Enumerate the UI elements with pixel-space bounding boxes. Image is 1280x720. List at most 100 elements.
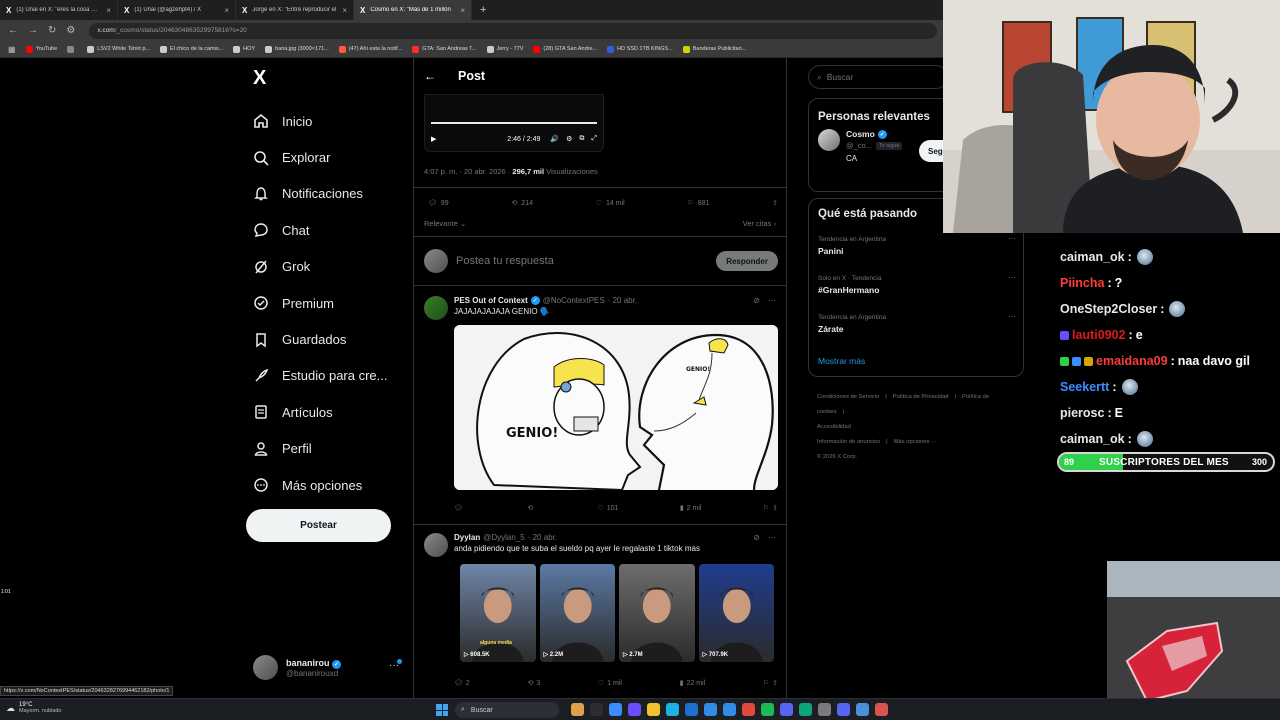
settings-icon[interactable]: ⚙	[566, 135, 572, 143]
nav-item[interactable]: Perfil	[252, 431, 388, 467]
fullscreen-icon[interactable]: ⤢	[591, 135, 597, 143]
bookmark-item[interactable]: El chico de la camis...	[159, 45, 223, 53]
bookmark-item[interactable]	[67, 45, 77, 53]
browser-tab[interactable]: X Cosmo en X: "Más de 1 millón ×	[354, 0, 472, 20]
x-logo[interactable]: X	[253, 67, 266, 90]
like-action[interactable]: ♡ 101	[597, 504, 618, 513]
reload-icon[interactable]: ↻	[48, 25, 56, 36]
search-input[interactable]: ⌕ Buscar	[808, 65, 948, 89]
taskbar-app-icon[interactable]	[875, 703, 888, 716]
taskbar-app-icon[interactable]	[647, 703, 660, 716]
footer-link[interactable]: Política de Privacidad	[893, 394, 949, 400]
weather-widget[interactable]: ☁ 19°C Mayorm. nublado	[6, 702, 62, 714]
site-info-icon[interactable]: ⚙	[66, 25, 75, 36]
bookmark-item[interactable]: YouTube	[25, 45, 57, 53]
account-switcher[interactable]: bananirou ✓ @bananirouxd	[253, 655, 342, 680]
repost-action[interactable]: ⟲ 214	[511, 199, 533, 208]
taskbar-app-icon[interactable]	[837, 703, 850, 716]
taskbar-app-icon[interactable]	[590, 703, 603, 716]
video-progress-bar[interactable]	[431, 122, 597, 124]
taskbar-app-icon[interactable]	[780, 703, 793, 716]
taskbar-app-icon[interactable]	[571, 703, 584, 716]
bookmark-item[interactable]: Banderas Publicitari...	[682, 45, 746, 53]
more-dots-icon[interactable]: ···	[768, 296, 776, 305]
repost-action[interactable]: ⟲ 3	[527, 679, 540, 688]
start-icon[interactable]	[436, 704, 448, 716]
bookmark-action[interactable]: ⚐ ⇪	[763, 504, 778, 512]
grok-icon[interactable]: ⊘	[753, 533, 760, 542]
reply-action[interactable]: 💬︎ 99	[428, 199, 449, 208]
tweet-image[interactable]: GENIO! GENIO!	[454, 325, 778, 490]
like-action[interactable]: ♡ 1 mil	[598, 679, 622, 688]
taskbar-app-icon[interactable]	[704, 703, 717, 716]
reply-action[interactable]: 💬︎ 2	[454, 679, 470, 688]
volume-icon[interactable]: 🔊	[550, 135, 559, 143]
more-dots-icon[interactable]: ···	[1008, 273, 1016, 282]
bookmark-item[interactable]: HOY	[233, 45, 255, 53]
chat-username[interactable]: Seekertt	[1060, 380, 1109, 394]
bookmark-item[interactable]: bana.jpg (3000×171...	[265, 45, 329, 53]
nav-item[interactable]: Notificaciones	[252, 176, 388, 212]
repost-action[interactable]: ⟲	[527, 504, 536, 512]
forward-icon[interactable]: →	[28, 25, 38, 36]
taskbar-app-icon[interactable]	[666, 703, 679, 716]
play-icon[interactable]: ▶	[431, 135, 436, 143]
tiktok-thumbnail[interactable]: alguna media ▷ 608.5K	[460, 564, 536, 662]
tweet-handle[interactable]: @NoContextPES	[543, 296, 605, 305]
grok-icon[interactable]: ⊘	[753, 296, 760, 305]
footer-link[interactable]: Información de anuncios	[817, 439, 880, 445]
nav-item[interactable]: Artículos	[252, 394, 388, 430]
tiktok-thumbnail[interactable]: ▷ 707.9K	[698, 564, 774, 662]
back-icon[interactable]: ←	[8, 25, 18, 36]
nav-item[interactable]: Grok	[252, 249, 388, 285]
chat-username[interactable]: caiman_ok	[1060, 250, 1125, 264]
browser-tab[interactable]: X Jorge en X: "Entre reproducir el ×	[236, 0, 354, 20]
more-dots-icon[interactable]: ···	[1008, 234, 1016, 243]
tiktok-thumbnail[interactable]: ▷ 2.2M	[539, 564, 615, 662]
nav-item[interactable]: Chat	[252, 212, 388, 248]
nav-item[interactable]: Premium	[252, 285, 388, 321]
nav-item[interactable]: Inicio	[252, 103, 388, 139]
views-action[interactable]: ▮ 2 mil	[680, 504, 702, 513]
close-icon[interactable]: ×	[460, 6, 465, 15]
share-action[interactable]: ⇪	[772, 199, 778, 207]
trend-item[interactable]: Tendencia en Argentina Panini ···	[818, 234, 1016, 256]
bookmark-item[interactable]: GTA: San Andreas T...	[412, 45, 477, 53]
bookmark-item[interactable]: (28) GTA San Andre...	[533, 45, 597, 53]
chat-username[interactable]: lauti0902	[1072, 328, 1126, 342]
reply-action[interactable]: 💬︎	[454, 504, 466, 512]
chat-username[interactable]: pierosc	[1060, 406, 1104, 420]
apps-grid-icon[interactable]: ▦	[8, 45, 16, 54]
view-quotes-link[interactable]: Ver citas ›	[743, 219, 776, 228]
taskbar-app-icon[interactable]	[742, 703, 755, 716]
nav-item[interactable]: Explorar	[252, 139, 388, 175]
url-field[interactable]: x.com/_cosmo/status/2046304863529975816?…	[89, 22, 937, 39]
back-arrow-icon[interactable]: ←	[424, 69, 442, 83]
taskbar-app-icon[interactable]	[761, 703, 774, 716]
taskbar-app-icon[interactable]	[799, 703, 812, 716]
bookmark-item[interactable]: Jerry - 77V	[486, 45, 523, 53]
bookmark-action[interactable]: ⚐ ⇪	[763, 679, 778, 687]
trend-item[interactable]: Solo en X · Tendencia #GranHermano ···	[818, 273, 1016, 295]
tweet-author[interactable]: Dyylan	[454, 533, 480, 542]
close-icon[interactable]: ×	[342, 6, 347, 15]
reply-tweet[interactable]: PES Out of Context ✓ @NoContextPES · 20 …	[424, 296, 778, 526]
taskbar-app-icon[interactable]	[818, 703, 831, 716]
sort-dropdown[interactable]: Relevante ⌄	[424, 219, 466, 228]
chat-username[interactable]: OneStep2Closer	[1060, 302, 1157, 316]
close-icon[interactable]: ×	[106, 6, 111, 15]
chat-username[interactable]: Piincha	[1060, 276, 1104, 290]
share-icon[interactable]: ⇪	[772, 679, 778, 687]
more-dots-icon[interactable]: ···	[768, 533, 776, 542]
taskbar-search[interactable]: ⌕ Buscar	[455, 702, 559, 718]
post-button[interactable]: Postear	[246, 509, 391, 542]
taskbar-app-icon[interactable]	[856, 703, 869, 716]
nav-item[interactable]: Más opciones	[252, 467, 388, 503]
footer-link[interactable]: © 2026 X Corp.	[817, 454, 857, 460]
bookmark-item[interactable]: LSV2 White Tshirt p...	[87, 45, 150, 53]
taskbar-app-icon[interactable]	[609, 703, 622, 716]
share-icon[interactable]: ⇪	[772, 504, 778, 512]
taskbar-app-icon[interactable]	[685, 703, 698, 716]
show-more-link[interactable]: Mostrar más	[818, 356, 865, 366]
bookmark-item[interactable]: (47) Ahí esta la notif...	[338, 45, 402, 53]
